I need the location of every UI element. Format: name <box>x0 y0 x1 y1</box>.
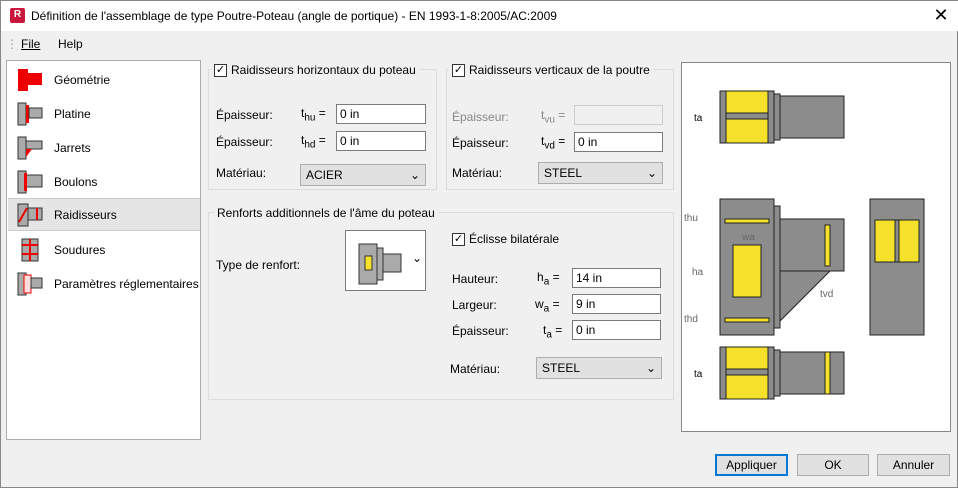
tvd-input[interactable]: 0 in <box>574 132 663 152</box>
app-icon: R <box>10 8 25 23</box>
menu-grip: ⋮ <box>6 37 18 51</box>
code-params-icon <box>17 272 43 295</box>
thu-label: Épaisseur: <box>216 108 273 122</box>
sidebar-item-soudures[interactable]: Soudures <box>8 233 200 266</box>
thu-input[interactable]: 0 in <box>336 104 426 124</box>
reinforcement-type-icon <box>358 243 402 285</box>
stiffeners-icon <box>17 203 43 226</box>
title-bar: R Définition de l'assemblage de type Pou… <box>1 1 958 31</box>
sidebar-item-label: Géométrie <box>54 72 111 87</box>
thd-symbol: thd = <box>301 133 326 151</box>
menu-file[interactable]: File <box>21 37 40 51</box>
vertical-stiffeners-label: Raidisseurs verticaux de la poutre <box>469 63 650 77</box>
vertical-stiffeners-header: ✓ Raidisseurs verticaux de la poutre <box>449 63 653 77</box>
plate-icon <box>17 102 43 125</box>
sidebar-item-label: Boulons <box>54 174 98 189</box>
vertical-stiffeners-checkbox[interactable]: ✓ <box>452 63 465 77</box>
web-reinforcement-label: Renforts additionnels de l'âme du poteau <box>214 206 438 220</box>
sidebar-item-geometrie[interactable]: Géométrie <box>8 63 200 96</box>
chevron-down-icon: ⌄ <box>645 361 656 375</box>
chevron-down-icon: ⌄ <box>646 166 657 180</box>
haunch-icon <box>17 136 43 159</box>
ta-input[interactable]: 0 in <box>572 320 661 340</box>
window-title: Définition de l'assemblage de type Poutr… <box>31 9 557 23</box>
tvd-symbol: tvd = <box>541 134 566 152</box>
eclisse-checkbox[interactable]: ✓ <box>452 232 465 246</box>
ha-input[interactable]: 14 in <box>572 268 661 288</box>
eclisse-material-select[interactable]: STEEL ⌄ <box>536 357 662 379</box>
wa-label: Largeur: <box>452 298 497 312</box>
wa-dim-label: wa <box>741 232 755 243</box>
eclisse-label: Éclisse bilatérale <box>469 232 560 246</box>
horizontal-stiffeners-checkbox[interactable]: ✓ <box>214 63 227 77</box>
vert-material-label: Matériau: <box>452 166 503 180</box>
eclisse-header: ✓ Éclisse bilatérale <box>449 232 562 246</box>
eclisse-material-label: Matériau: <box>450 362 501 376</box>
horiz-material-label: Matériau: <box>216 166 267 180</box>
ta-dim-label-bottom: ta <box>694 369 703 380</box>
chevron-down-icon: ⌄ <box>409 168 420 182</box>
wa-input[interactable]: 9 in <box>572 294 661 314</box>
bolts-icon <box>17 170 43 193</box>
menu-help[interactable]: Help <box>58 37 83 51</box>
reinforcement-type-label: Type de renfort: <box>216 258 301 272</box>
vert-material-select[interactable]: STEEL ⌄ <box>538 162 663 184</box>
horiz-material-select[interactable]: ACIER ⌄ <box>300 164 426 186</box>
close-button[interactable]: ✕ <box>931 5 951 26</box>
connection-diagram: ta thu wa ha tvd thd ta <box>684 90 925 400</box>
sidebar-item-parametres[interactable]: Paramètres réglementaires <box>8 267 200 300</box>
stiffener-preview-diagram: ta thu wa ha tvd thd ta <box>681 62 951 432</box>
sidebar-item-label: Soudures <box>54 242 106 257</box>
cancel-button[interactable]: Annuler <box>877 454 950 476</box>
tvd-label: Épaisseur: <box>452 136 509 150</box>
welds-icon <box>21 238 39 261</box>
reinforcement-type-select[interactable]: ⌄ <box>345 230 426 291</box>
ha-symbol: ha = <box>537 270 560 288</box>
ta-label: Épaisseur: <box>452 324 509 338</box>
sidebar-item-label: Raidisseurs <box>54 207 117 222</box>
wa-symbol: wa = <box>535 297 560 315</box>
thd-label: Épaisseur: <box>216 135 273 149</box>
sidebar-item-label: Jarrets <box>54 140 91 155</box>
sidebar-item-label: Platine <box>54 106 91 121</box>
tvd-dim-label: tvd <box>820 289 833 300</box>
sidebar-item-platine[interactable]: Platine <box>8 97 200 130</box>
apply-button[interactable]: Appliquer <box>715 454 788 476</box>
ok-button[interactable]: OK <box>797 454 869 476</box>
thd-dim-label: thd <box>684 314 698 325</box>
sidebar: Géométrie Platine Jarrets Boulons Raidis… <box>6 60 201 440</box>
sidebar-item-label: Paramètres réglementaires <box>54 276 199 291</box>
horizontal-stiffeners-label: Raidisseurs horizontaux du poteau <box>231 63 416 77</box>
tvu-label: Épaisseur: <box>452 110 509 124</box>
chevron-down-icon: ⌄ <box>412 251 423 265</box>
ha-label: Hauteur: <box>452 272 499 286</box>
tvu-input[interactable] <box>574 105 663 125</box>
sidebar-item-jarrets[interactable]: Jarrets <box>8 131 200 164</box>
ha-dim-label: ha <box>692 267 704 278</box>
geometry-icon <box>18 68 42 91</box>
thd-input[interactable]: 0 in <box>336 131 426 151</box>
thu-symbol: thu = <box>301 106 326 124</box>
ta-symbol: ta = <box>543 323 563 341</box>
thu-dim-label: thu <box>684 213 698 224</box>
horizontal-stiffeners-header: ✓ Raidisseurs horizontaux du poteau <box>211 63 419 77</box>
sidebar-item-raidisseurs[interactable]: Raidisseurs <box>8 198 200 231</box>
tvu-symbol: tvu = <box>541 108 566 126</box>
sidebar-item-boulons[interactable]: Boulons <box>8 165 200 198</box>
ta-dim-label: ta <box>694 113 703 124</box>
